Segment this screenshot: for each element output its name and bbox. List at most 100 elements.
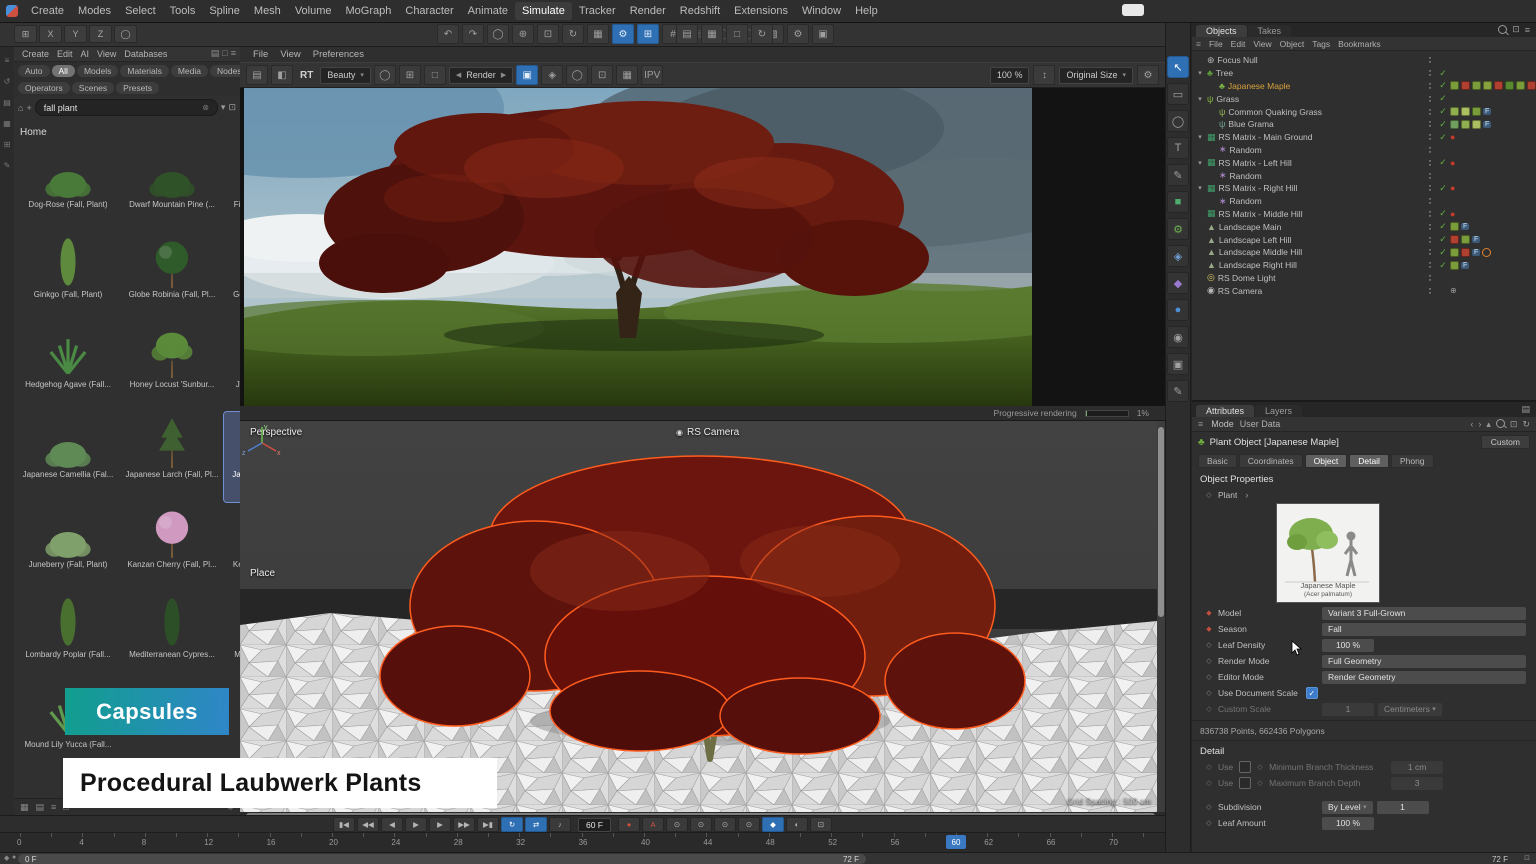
add-path-icon[interactable]: + [26,103,31,113]
keyframe-selection-button[interactable]: ◆ [762,817,784,832]
leaf-amount-field[interactable]: 100 % [1322,817,1374,830]
object-row-rs-matrix-right-hill[interactable]: ▾▦RS Matrix - Right Hill●●✓● [1192,182,1536,195]
lock-icon[interactable]: ⊡ [1510,419,1518,430]
layout-b-icon[interactable]: ▦ [701,24,723,44]
om-filter-icon[interactable]: ⊡ [1512,24,1520,35]
asset-item-jacaranda-fall-plant[interactable]: Jacaranda (Fall, Plant) [224,322,240,412]
tab-takes[interactable]: Takes [1248,25,1292,37]
visibility-dots[interactable]: ●● [1424,56,1436,64]
field-badge[interactable]: F [1461,223,1469,230]
redshift-tag-icon[interactable]: ● [1450,209,1455,219]
object-row-rs-dome-light[interactable]: ◎RS Dome Light●● [1192,272,1536,285]
filter-tab-auto[interactable]: Auto [18,65,50,77]
expand-toggle[interactable]: ▾ [1196,95,1204,103]
timeline-ruler[interactable]: 04812162024283236404448525662667060 [0,832,1165,853]
deformer-icon[interactable]: ◆ [1167,272,1189,294]
category-tab-presets[interactable]: Presets [116,82,159,94]
asset-item-ginkgo-fall-plant[interactable]: Ginkgo (Fall, Plant) [16,232,120,322]
enable-check-icon[interactable]: ✓ [1436,80,1450,91]
material-swatch[interactable] [1494,81,1503,90]
visibility-dots[interactable]: ●● [1424,197,1436,205]
visibility-dots[interactable]: ●● [1424,274,1436,282]
object-row-grass[interactable]: ▾ψGrass●●✓ [1192,92,1536,105]
attr-tab-coordinates[interactable]: Coordinates [1239,454,1303,468]
use-min-branch-checkbox[interactable] [1239,761,1251,773]
model-dropdown[interactable]: Variant 3 Full-Grown [1322,607,1526,620]
snap-grid-icon[interactable]: ⊞ [637,24,659,44]
channels-icon[interactable]: ◯ [566,65,588,85]
object-row-landscape-middle-hill[interactable]: ▲Landscape Middle Hill●●✓F [1192,246,1536,259]
crop-icon[interactable]: □ [424,65,446,85]
ipr-icon[interactable]: ▣ [812,24,834,44]
enable-check-icon[interactable]: ✓ [1436,68,1450,79]
capsule-gear-icon[interactable]: ⚙ [1167,218,1189,240]
camera-target-icon[interactable]: ⊕ [1450,286,1457,295]
model-mode-icon[interactable]: ▦ [587,24,609,44]
ap-burger-icon[interactable]: ≡ [1198,419,1203,429]
menu-simulate[interactable]: Simulate [515,2,572,20]
om-menu-view[interactable]: View [1249,39,1275,49]
am-menu-edit[interactable]: Edit [53,49,77,59]
project-settings-button[interactable]: ⊡ [810,817,832,832]
visibility-dots[interactable]: ●● [1424,159,1436,167]
ab-split-icon[interactable]: ◈ [541,65,563,85]
snapshot-icon[interactable]: ◯ [374,65,396,85]
text-tool-icon[interactable]: T [1167,137,1189,159]
subdivision-level-field[interactable]: 1 [1377,801,1429,814]
anim-dot-icon[interactable]: ◆ [1204,609,1214,617]
undo-strip-icon[interactable]: ↺ [4,77,11,86]
am-menu-view[interactable]: View [93,49,120,59]
axis-z-button[interactable]: Z [89,25,112,43]
asset-item-lombardy-poplar-fall[interactable]: Lombardy Poplar (Fall... [16,592,120,682]
om-menu-tags[interactable]: Tags [1308,39,1334,49]
lock-view-icon[interactable]: ▣ [516,65,538,85]
menu-tracker[interactable]: Tracker [572,2,623,20]
menu-window[interactable]: Window [795,2,848,20]
pen-strip-icon[interactable]: ✎ [4,161,11,170]
menu-character[interactable]: Character [398,2,460,20]
live-selection-icon[interactable]: ◯ [487,24,509,44]
pass-dropdown[interactable]: Beauty▾ [320,67,371,84]
object-row-rs-matrix-middle-hill[interactable]: ▦RS Matrix - Middle Hill●●✓● [1192,208,1536,221]
am-window-icon[interactable]: □ [222,48,227,59]
leaf-density-field[interactable]: 100 % [1322,639,1374,652]
current-frame-field[interactable]: 60 F [578,818,611,832]
anim-dot-icon[interactable]: ◇ [1204,673,1214,681]
enable-check-icon[interactable]: ✓ [1436,119,1450,130]
menu-select[interactable]: Select [118,2,163,20]
axis-x-button[interactable]: X [39,25,62,43]
panel-menu-icon[interactable]: ≡ [5,56,10,65]
attr-tab-basic[interactable]: Basic [1198,454,1237,468]
visibility-dots[interactable]: ●● [1424,120,1436,128]
asset-item-mediterranean-cypres[interactable]: Mediterranean Cypres... [120,592,224,682]
object-row-tree[interactable]: ▾♣Tree●●✓ [1192,67,1536,80]
layout-switcher[interactable] [1122,4,1144,16]
menu-tools[interactable]: Tools [163,2,203,20]
am-menu-create[interactable]: Create [18,49,53,59]
loop-button[interactable]: ↻ [501,817,523,832]
layout-a-icon[interactable]: ▤ [676,24,698,44]
field-badge[interactable]: F [1472,249,1480,256]
attr-tab-detail[interactable]: Detail [1349,454,1389,468]
object-row-japanese-maple[interactable]: ♣Japanese Maple●●✓ [1192,80,1536,93]
custom-scale-unit-dropdown[interactable]: Centimeters ▾ [1378,703,1442,716]
object-row-landscape-main[interactable]: ▲Landscape Main●●✓F [1192,220,1536,233]
rv-menu-preferences[interactable]: Preferences [308,49,369,60]
back-icon[interactable]: ‹ [1470,419,1473,430]
layers-strip-icon[interactable]: ▤ [3,98,11,107]
layout-c-icon[interactable]: □ [726,24,748,44]
next-key-button[interactable]: ▶▶ [453,817,475,832]
material-swatch[interactable] [1450,248,1459,257]
asset-item-japanese-larch-fall-pl[interactable]: Japanese Larch (Fall, Pl... [120,412,224,502]
expand-toggle[interactable]: ▾ [1196,69,1204,77]
display-icon[interactable]: ▣ [1167,353,1189,375]
menu-modes[interactable]: Modes [71,2,118,20]
rt-toggle[interactable]: RT [296,70,317,81]
use-document-scale-checkbox[interactable]: ✓ [1306,687,1318,699]
simulate-active-icon[interactable]: ⚙ [612,24,634,44]
range-options-icon[interactable]: ⊡ [1524,854,1530,862]
filter-tab-models[interactable]: Models [77,65,118,77]
object-row-rs-camera[interactable]: ◉RS Camera●●⊕ [1192,284,1536,297]
rotate-tool-icon[interactable]: ↻ [562,24,584,44]
snap-strip-icon[interactable]: ⊞ [4,140,11,149]
